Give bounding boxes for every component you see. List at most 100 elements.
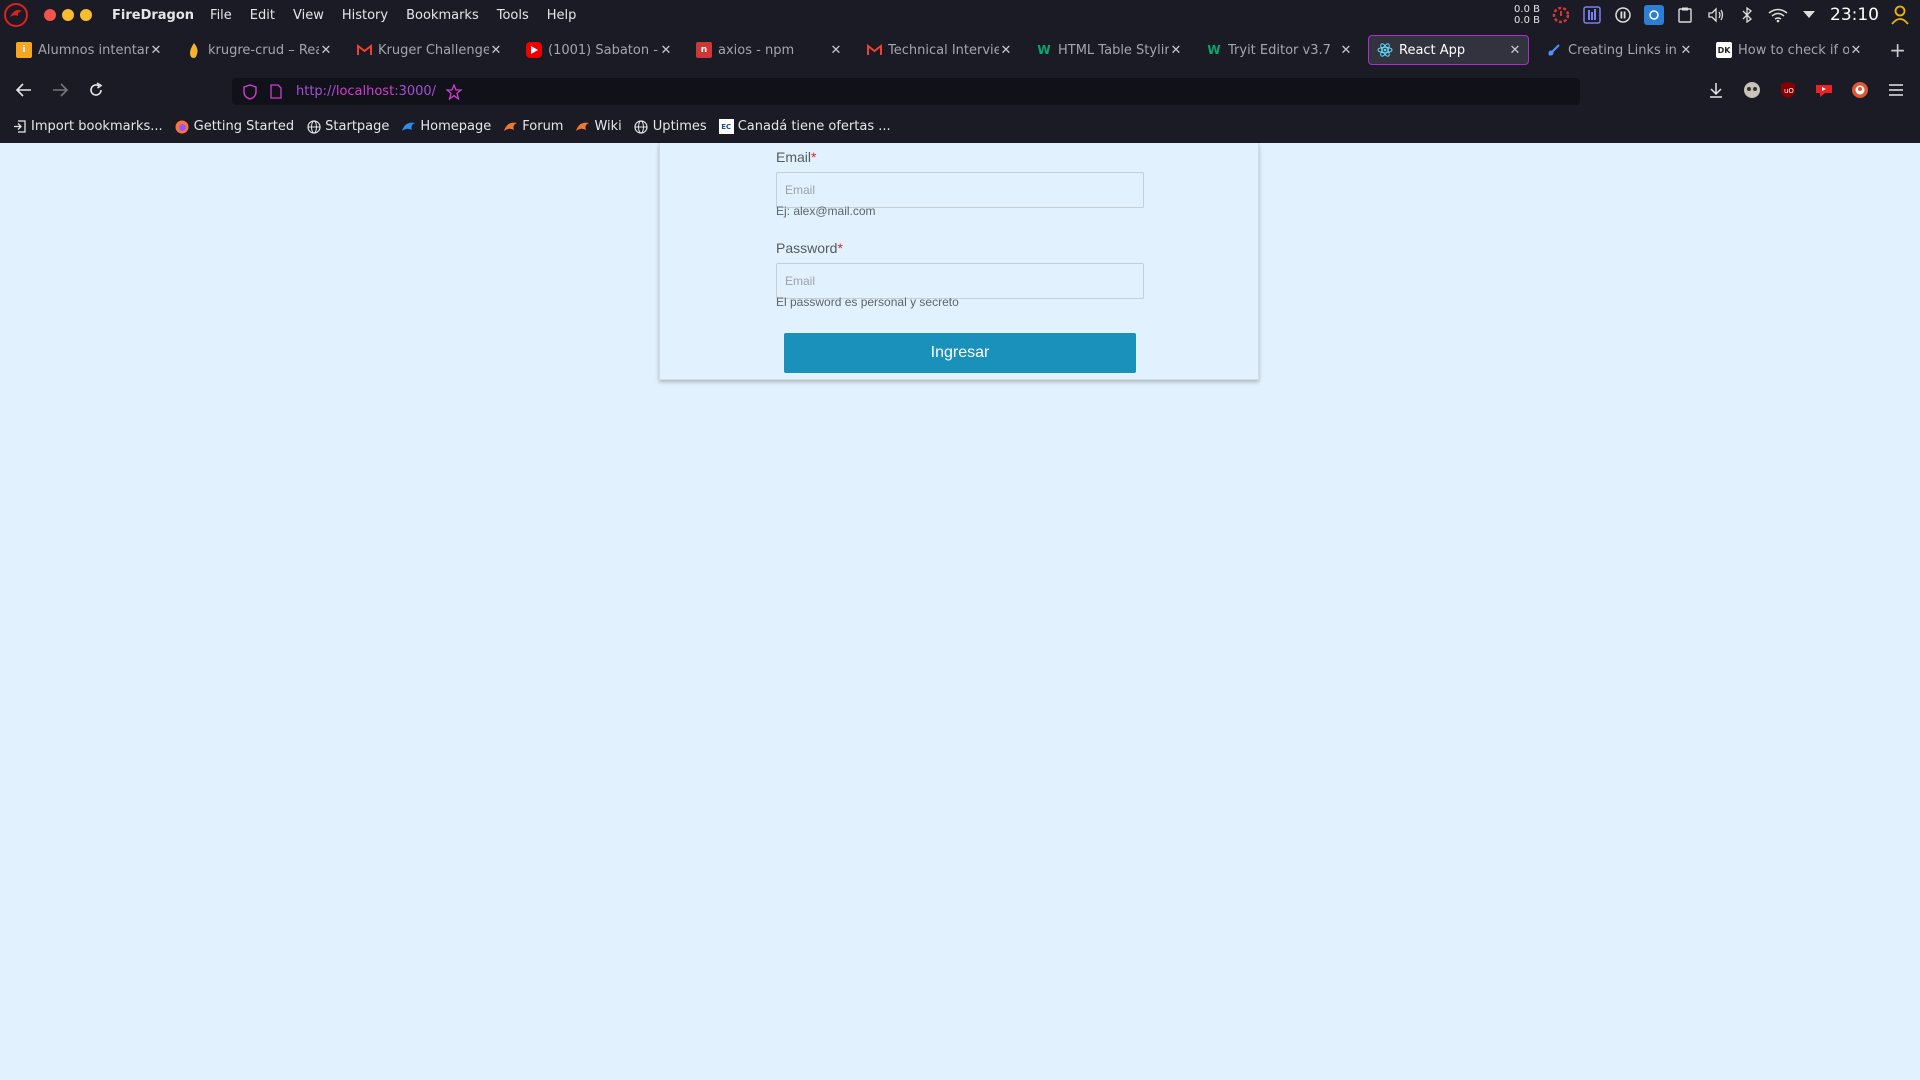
close-icon[interactable]: ✕ (659, 43, 673, 58)
close-icon[interactable]: ✕ (829, 43, 843, 58)
tray-expand-icon[interactable] (1799, 5, 1819, 25)
tab-title: Creating Links in M (1568, 42, 1679, 58)
user-icon[interactable] (1890, 5, 1910, 25)
login-form-card: Email* Ej: alex@mail.com Password* El pa… (659, 143, 1259, 380)
email-input[interactable] (776, 172, 1144, 208)
globe-icon (306, 119, 321, 134)
ublock-icon[interactable]: uO (1778, 80, 1798, 100)
email-label: Email* (776, 149, 816, 165)
firedragon-logo-icon[interactable] (3, 2, 29, 28)
bookmark-getting-started[interactable]: Getting Started (175, 119, 295, 134)
bluetooth-icon[interactable] (1737, 5, 1757, 25)
close-icon[interactable]: ✕ (319, 43, 333, 58)
tab-technical-interview[interactable]: Technical Intervie ✕ (858, 35, 1019, 65)
menu-file[interactable]: File (210, 8, 232, 23)
url-host: localhost (335, 84, 395, 99)
password-input[interactable] (776, 263, 1144, 299)
bookmark-label: Getting Started (193, 119, 295, 134)
equalizer-icon[interactable] (1582, 5, 1602, 25)
menu-bookmarks[interactable]: Bookmarks (406, 8, 479, 23)
tab-krugre-crud[interactable]: krugre-crud – Real ✕ (178, 35, 339, 65)
duckduckgo-icon[interactable] (1850, 80, 1870, 100)
tab-title: React App (1399, 42, 1466, 58)
navigation-bar: http://localhost:3000/ uO (0, 70, 1920, 110)
bookmark-homepage[interactable]: Homepage (401, 119, 491, 134)
extension-youtube-icon[interactable] (1814, 80, 1834, 100)
update-alert-icon[interactable] (1551, 5, 1571, 25)
bookmark-canada-ofertas[interactable]: EC Canadá tiene ofertas ... (718, 119, 891, 134)
tab-strip: i Alumnos intentaro ✕ krugre-crud – Real… (0, 30, 1920, 70)
close-icon[interactable]: ✕ (1508, 43, 1522, 58)
dragon-icon (401, 119, 416, 134)
tab-title: krugre-crud – Real (208, 42, 319, 58)
tab-title: Technical Intervie (888, 42, 999, 58)
close-icon[interactable]: ✕ (1849, 43, 1863, 58)
tracking-shield-icon[interactable] (242, 83, 258, 100)
tab-html-table-styling[interactable]: W HTML Table Styling ✕ (1028, 35, 1189, 65)
close-icon[interactable]: ✕ (1339, 43, 1353, 58)
close-icon[interactable]: ✕ (149, 43, 163, 58)
maximize-window-button[interactable] (80, 9, 92, 21)
minimize-window-button[interactable] (62, 9, 74, 21)
page-info-icon[interactable] (268, 84, 284, 100)
pause-icon[interactable] (1613, 5, 1633, 25)
bookmark-label: Forum (522, 119, 564, 134)
window-controls (44, 9, 92, 21)
tab-title: Kruger Challenge - (378, 42, 489, 58)
close-icon[interactable]: ✕ (999, 43, 1013, 58)
bookmark-forum[interactable]: Forum (503, 119, 563, 134)
wifi-icon[interactable] (1768, 5, 1788, 25)
menu-history[interactable]: History (342, 8, 388, 23)
tab-creating-links[interactable]: Creating Links in M ✕ (1538, 35, 1699, 65)
tab-alumnos[interactable]: i Alumnos intentaro ✕ (8, 35, 169, 65)
youtube-icon (526, 42, 542, 58)
bookmark-startpage[interactable]: Startpage (306, 119, 389, 134)
bookmark-wiki[interactable]: Wiki (575, 119, 622, 134)
new-tab-icon[interactable]: + (1889, 38, 1906, 62)
menu-view[interactable]: View (293, 8, 324, 23)
menu-edit[interactable]: Edit (250, 8, 275, 23)
downloads-icon[interactable] (1706, 80, 1726, 100)
bookmark-star-icon[interactable] (446, 83, 463, 100)
clock[interactable]: 23:10 (1830, 5, 1879, 25)
tab-axios[interactable]: n axios - npm ✕ (688, 35, 849, 65)
bookmark-label: Uptimes (652, 119, 707, 134)
tab-sabaton[interactable]: (1001) Sabaton - Th ✕ (518, 35, 679, 65)
extension-privacy-icon[interactable] (1742, 80, 1762, 100)
close-window-button[interactable] (44, 9, 56, 21)
w3-icon: W (1207, 43, 1221, 57)
ingresar-button[interactable]: Ingresar (784, 333, 1136, 373)
forward-arrow-icon[interactable] (50, 80, 70, 100)
close-icon[interactable]: ✕ (1169, 43, 1183, 58)
url-bar[interactable]: http://localhost:3000/ (232, 78, 1580, 105)
bookmark-label: Startpage (325, 119, 390, 134)
required-asterisk: * (837, 240, 843, 256)
react-icon (1377, 42, 1393, 58)
tab-title: Alumnos intentaro (38, 42, 149, 58)
email-helper-text: Ej: alex@mail.com (776, 204, 876, 218)
password-label-text: Password (776, 240, 838, 256)
hamburger-menu-icon[interactable] (1886, 80, 1906, 100)
clipboard-icon[interactable] (1675, 5, 1695, 25)
close-icon[interactable]: ✕ (1679, 43, 1693, 58)
tab-react-app[interactable]: React App ✕ (1368, 35, 1529, 65)
npm-icon: n (696, 42, 712, 58)
menu-help[interactable]: Help (547, 8, 577, 23)
reload-icon[interactable] (86, 80, 106, 100)
url-text[interactable]: http://localhost:3000/ (296, 84, 436, 99)
bookmark-uptimes[interactable]: Uptimes (634, 119, 707, 134)
volume-icon[interactable] (1706, 5, 1726, 25)
app-name[interactable]: FireDragon (112, 8, 194, 23)
tab-kruger-challenge[interactable]: Kruger Challenge - ✕ (348, 35, 509, 65)
ec-icon: EC (718, 119, 734, 134)
bookmark-import[interactable]: Import bookmarks... (12, 119, 163, 134)
close-icon[interactable]: ✕ (489, 43, 503, 58)
tab-tryit-editor[interactable]: W Tryit Editor v3.7 ✕ (1198, 35, 1359, 65)
back-arrow-icon[interactable] (14, 80, 34, 100)
bookmark-label: Import bookmarks... (31, 119, 163, 134)
menu-tools[interactable]: Tools (497, 8, 529, 23)
dragon-icon (503, 119, 518, 134)
system-menubar: FireDragon File Edit View History Bookma… (0, 0, 1920, 30)
screenshot-tool-icon[interactable] (1644, 5, 1664, 25)
tab-how-to-check[interactable]: DK How to check if on ✕ (1708, 35, 1869, 65)
